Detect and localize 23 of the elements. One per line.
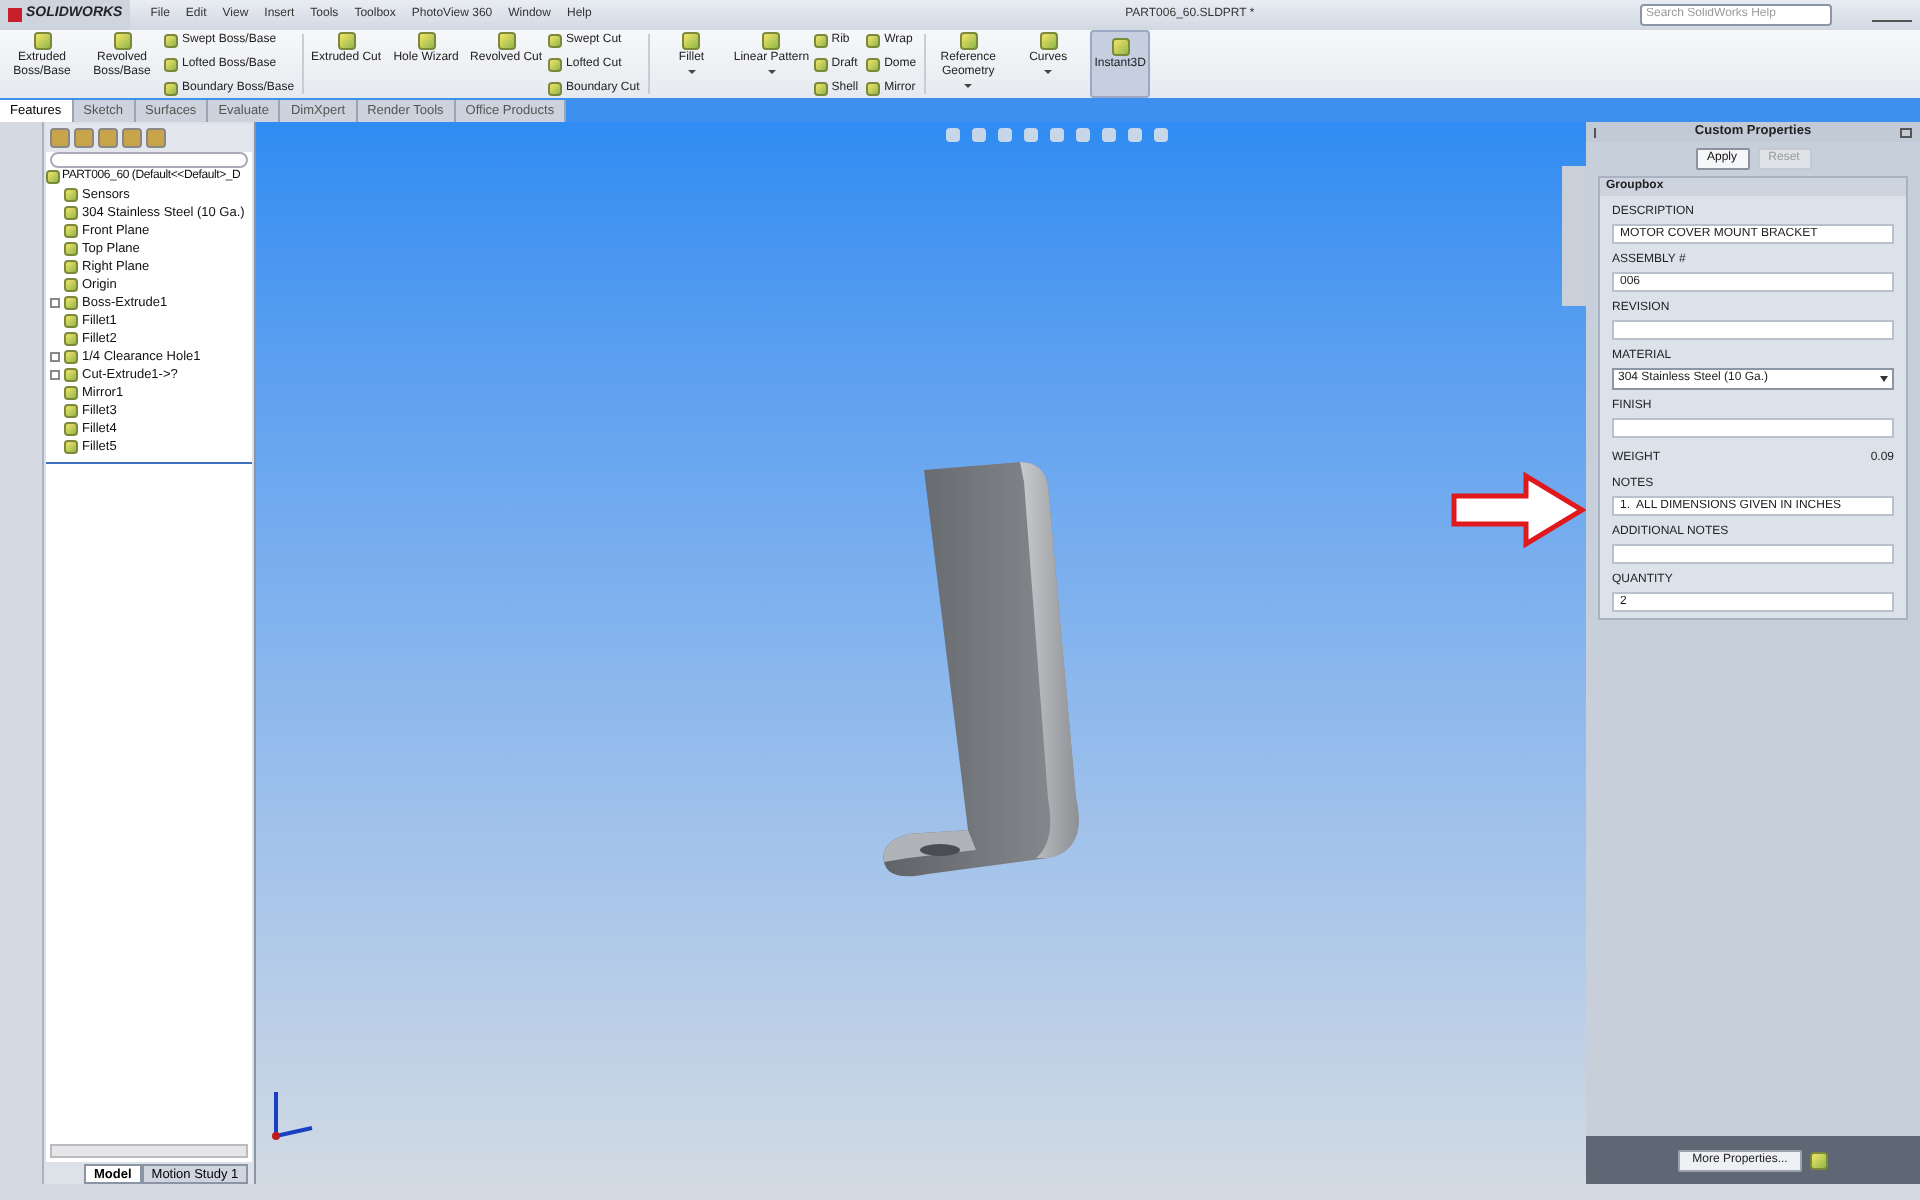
expand-plus-icon[interactable]: [50, 298, 60, 308]
dropdown-caret-icon[interactable]: [687, 70, 696, 74]
tool-icon[interactable]: [337, 32, 356, 50]
tool-icon[interactable]: [762, 32, 781, 50]
text-field[interactable]: [1612, 320, 1894, 340]
tool-icon[interactable]: [113, 32, 131, 50]
part-icon[interactable]: [46, 170, 60, 184]
horizontal-scrollbar[interactable]: [50, 1144, 248, 1158]
text-field[interactable]: [1612, 418, 1894, 438]
callout-arrow-drawing: [1450, 472, 1586, 548]
dropdown-caret-icon[interactable]: [1044, 70, 1053, 74]
text-field[interactable]: [1612, 544, 1894, 564]
tool-icon[interactable]: [1111, 38, 1130, 56]
tool-icon[interactable]: [1039, 32, 1058, 50]
dropdown-caret-icon[interactable]: [767, 70, 776, 74]
dropdown-caret-icon[interactable]: [1880, 376, 1888, 382]
tool-icon[interactable]: [959, 32, 978, 50]
tool-icon[interactable]: [497, 32, 516, 50]
tool-icon[interactable]: [33, 32, 51, 50]
filter-field[interactable]: [50, 152, 248, 168]
tool-icon[interactable]: [682, 32, 701, 50]
dropdown-caret-icon[interactable]: [964, 84, 973, 88]
tool-icon[interactable]: [417, 32, 436, 50]
